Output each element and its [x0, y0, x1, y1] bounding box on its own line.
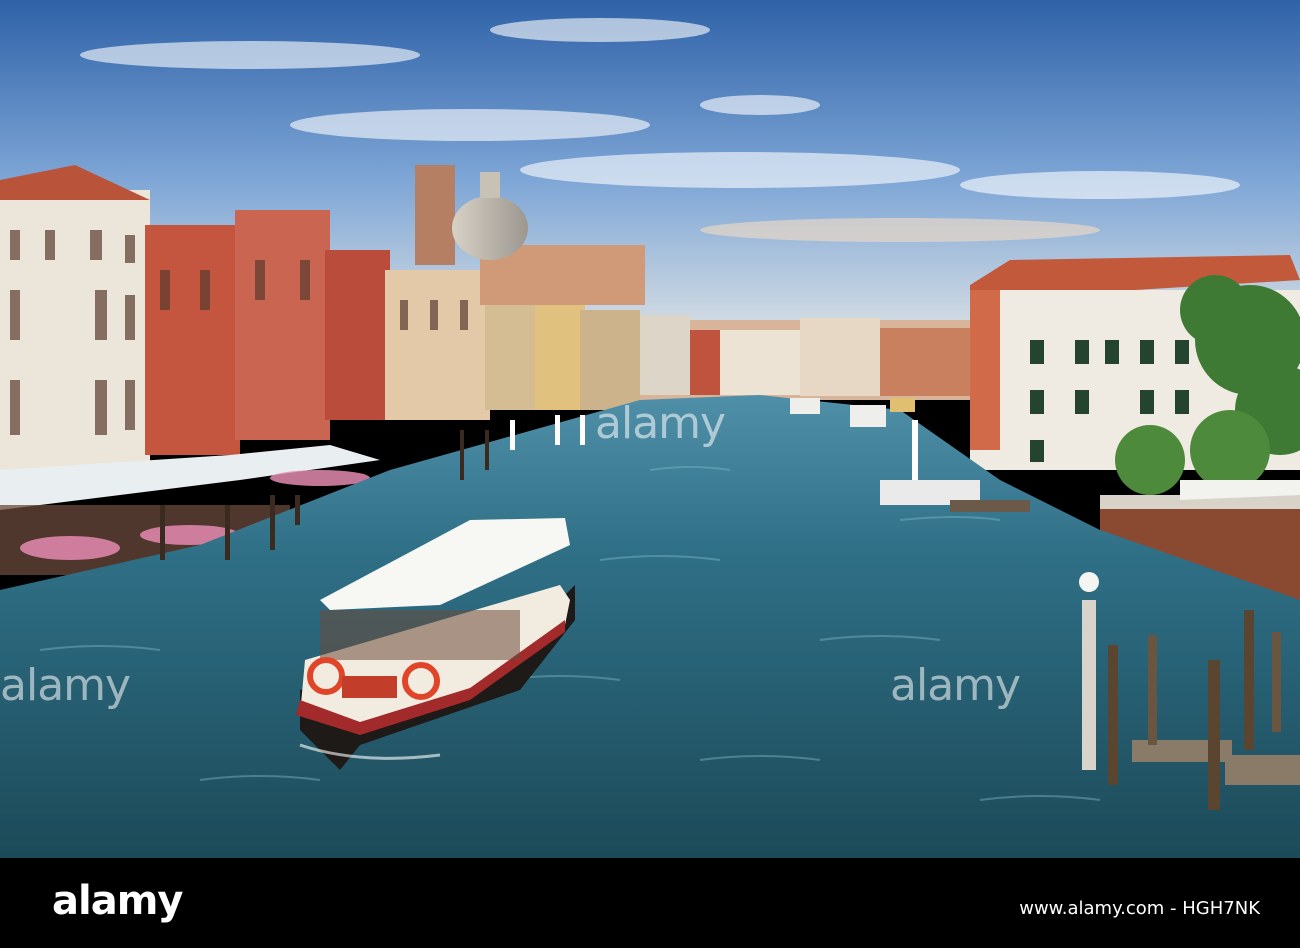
image-reference: www.alamy.com - HGH7NK — [1019, 898, 1260, 919]
distant-buildings — [640, 318, 980, 400]
bell-tower — [415, 165, 455, 265]
church-dome — [452, 196, 528, 260]
photo: alamy alamy alamy — [0, 0, 1300, 858]
brand-logo[interactable]: alamy — [52, 878, 183, 924]
stock-photo-footer: alamy www.alamy.com - HGH7NK — [0, 858, 1300, 948]
grand-canal-scene — [0, 0, 1300, 858]
